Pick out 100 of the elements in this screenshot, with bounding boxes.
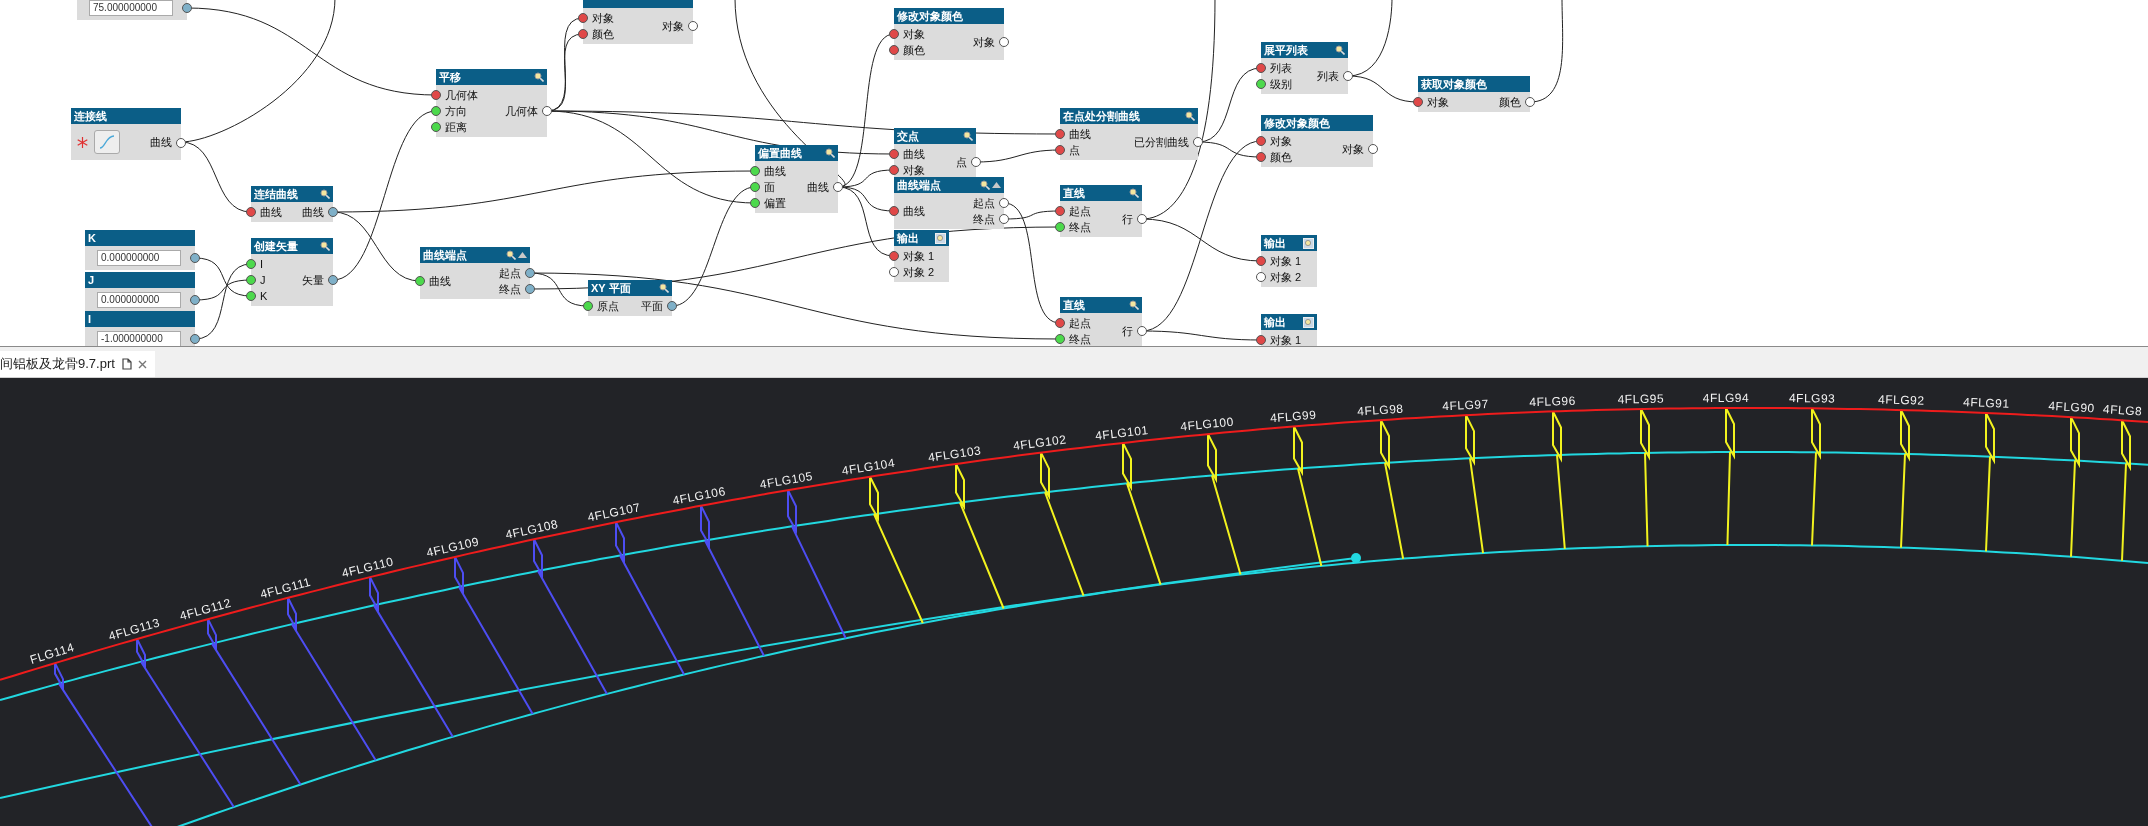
magnifier-icon[interactable] — [1185, 111, 1195, 121]
port-dot[interactable] — [328, 207, 338, 217]
node-header[interactable]: 输出 — [1261, 235, 1317, 251]
port-dot[interactable] — [578, 13, 588, 23]
port-dot[interactable] — [750, 198, 760, 208]
port-dot[interactable] — [1525, 97, 1535, 107]
port-dot[interactable] — [1055, 318, 1065, 328]
magnifier-icon[interactable] — [963, 131, 973, 141]
node-header[interactable]: I — [85, 311, 195, 327]
port-dot[interactable] — [1055, 145, 1065, 155]
preview-icon[interactable] — [935, 232, 946, 244]
port-dot[interactable] — [190, 295, 200, 305]
port-dot[interactable] — [688, 21, 698, 31]
node-header[interactable]: 输出 — [894, 230, 949, 246]
port-dot[interactable] — [1193, 137, 1203, 147]
port-dot[interactable] — [889, 206, 899, 216]
magnifier-icon[interactable] — [506, 250, 516, 260]
port-dot[interactable] — [431, 106, 441, 116]
port-dot[interactable] — [889, 45, 899, 55]
port-dot[interactable] — [1055, 129, 1065, 139]
port-dot[interactable] — [182, 3, 192, 13]
port-dot[interactable] — [246, 207, 256, 217]
port-dot[interactable] — [889, 29, 899, 39]
port-dot[interactable] — [328, 275, 338, 285]
node-header[interactable]: 平移 — [436, 69, 547, 85]
caret-icon[interactable] — [518, 252, 527, 258]
port-dot[interactable] — [1055, 206, 1065, 216]
port-dot[interactable] — [1256, 136, 1266, 146]
port-dot[interactable] — [525, 284, 535, 294]
file-tab[interactable]: 间铝板及龙骨9.7.prt — [0, 351, 155, 377]
port-dot[interactable] — [190, 334, 200, 344]
port-dot[interactable] — [999, 198, 1009, 208]
port-dot[interactable] — [246, 291, 256, 301]
magnifier-icon[interactable] — [980, 180, 990, 190]
magnifier-icon[interactable] — [534, 72, 544, 82]
port-dot[interactable] — [1256, 63, 1266, 73]
port-dot[interactable] — [525, 268, 535, 278]
node-header[interactable]: 创建矢量 — [251, 238, 333, 254]
port-dot[interactable] — [889, 267, 899, 277]
node-header[interactable]: 交点 — [894, 128, 976, 144]
port-dot[interactable] — [889, 149, 899, 159]
magnifier-icon[interactable] — [825, 148, 835, 158]
port-dot[interactable] — [431, 122, 441, 132]
node-header[interactable]: 偏置曲线 — [755, 145, 838, 161]
node-header[interactable]: 修改对象颜色 — [894, 8, 1004, 24]
port-dot[interactable] — [431, 90, 441, 100]
node-header[interactable]: XY 平面 — [588, 280, 672, 296]
node-header[interactable]: 修改对象颜色 — [1261, 115, 1373, 131]
node-header[interactable]: 连结曲线 — [251, 186, 333, 202]
port-dot[interactable] — [1256, 152, 1266, 162]
magnifier-icon[interactable] — [320, 189, 330, 199]
value-field[interactable]: 0.000000000 — [97, 250, 181, 266]
port-dot[interactable] — [578, 29, 588, 39]
magnifier-icon[interactable] — [1335, 45, 1345, 55]
port-dot[interactable] — [1055, 222, 1065, 232]
port-dot[interactable] — [1256, 335, 1266, 345]
port-dot[interactable] — [415, 276, 425, 286]
port-dot[interactable] — [1256, 272, 1266, 282]
port-dot[interactable] — [1256, 79, 1266, 89]
port-dot[interactable] — [999, 214, 1009, 224]
close-icon[interactable] — [137, 359, 147, 369]
port-dot[interactable] — [1137, 214, 1147, 224]
port-dot[interactable] — [1256, 256, 1266, 266]
port-dot[interactable] — [246, 259, 256, 269]
port-dot[interactable] — [190, 253, 200, 263]
caret-icon[interactable] — [992, 182, 1001, 188]
port-dot[interactable] — [971, 157, 981, 167]
preview-icon[interactable] — [1303, 237, 1314, 249]
document-icon[interactable] — [120, 358, 132, 370]
port-dot[interactable] — [176, 137, 186, 148]
port-dot[interactable] — [1368, 144, 1378, 154]
port-dot[interactable] — [750, 166, 760, 176]
node-header[interactable]: 曲线端点 — [420, 247, 530, 263]
node-header[interactable]: J — [85, 272, 195, 288]
node-header[interactable]: 连接线 — [71, 108, 181, 124]
node-header[interactable]: K — [85, 230, 195, 246]
port-dot[interactable] — [1413, 97, 1423, 107]
port-dot[interactable] — [583, 301, 593, 311]
magnifier-icon[interactable] — [320, 241, 330, 251]
magnifier-icon[interactable] — [1129, 300, 1139, 310]
port-dot[interactable] — [833, 182, 843, 192]
port-dot[interactable] — [542, 106, 552, 116]
port-dot[interactable] — [246, 275, 256, 285]
port-dot[interactable] — [889, 165, 899, 175]
node-header[interactable]: 输出 — [1261, 314, 1317, 330]
port-dot[interactable] — [667, 301, 677, 311]
node-header[interactable]: 直线 — [1060, 297, 1142, 313]
port-dot[interactable] — [1137, 326, 1147, 336]
node-header[interactable]: 展平列表 — [1261, 42, 1348, 58]
value-field[interactable]: 75.000000000 — [89, 0, 173, 16]
magnifier-icon[interactable] — [1129, 188, 1139, 198]
port-dot[interactable] — [1055, 334, 1065, 344]
value-field[interactable]: 0.000000000 — [97, 292, 181, 308]
port-dot[interactable] — [750, 182, 760, 192]
port-dot[interactable] — [1343, 71, 1353, 81]
preview-icon[interactable] — [1303, 316, 1314, 328]
node-header[interactable]: 在点处分割曲线 — [1060, 108, 1198, 124]
node-header[interactable]: 获取对象颜色 — [1418, 76, 1530, 92]
node-header[interactable]: 直线 — [1060, 185, 1142, 201]
port-dot[interactable] — [999, 37, 1009, 47]
